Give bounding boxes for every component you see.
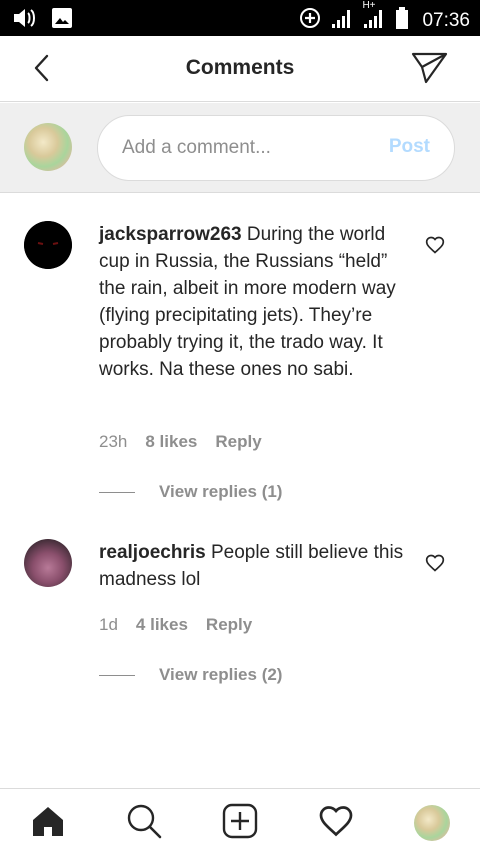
- profile-avatar: [414, 805, 450, 841]
- comment-content: During the world cup in Russia, the Russ…: [99, 224, 396, 380]
- comment-input[interactable]: Add a comment... Post: [97, 115, 455, 181]
- status-bar: H+ 07:36: [0, 0, 480, 36]
- heart-icon: [425, 554, 445, 577]
- comment-meta: 23h 8 likes Reply: [99, 432, 262, 452]
- battery-icon: [394, 6, 410, 35]
- volume-icon: [12, 6, 38, 35]
- nav-activity[interactable]: [316, 803, 356, 843]
- view-replies-label: View replies (1): [159, 482, 283, 501]
- user-avatar: [24, 123, 72, 171]
- comment-time: 23h: [99, 432, 128, 451]
- header: Comments: [0, 36, 480, 102]
- comment-username[interactable]: realjoechris: [99, 542, 206, 563]
- clock: 07:36: [422, 9, 470, 31]
- signal-h-plus-icon: H+: [362, 0, 386, 35]
- comment-time: 1d: [99, 615, 118, 634]
- comment-text: jacksparrow263 During the world cup in R…: [99, 221, 409, 383]
- view-replies-label: View replies (2): [159, 665, 283, 684]
- home-icon: [30, 803, 66, 844]
- nav-home[interactable]: [28, 803, 68, 843]
- like-button[interactable]: [425, 235, 445, 255]
- view-replies-button[interactable]: View replies (1): [99, 482, 282, 502]
- commenter-avatar[interactable]: [24, 221, 72, 269]
- post-button[interactable]: Post: [389, 136, 430, 158]
- view-replies-button[interactable]: View replies (2): [99, 665, 282, 685]
- comment-composer: Add a comment... Post: [0, 103, 480, 193]
- heart-icon: [425, 236, 445, 259]
- comment-meta: 1d 4 likes Reply: [99, 615, 252, 635]
- like-button[interactable]: [425, 553, 445, 573]
- activity-heart-icon: [317, 803, 355, 844]
- page-title: Comments: [185, 56, 295, 79]
- commenter-avatar[interactable]: [24, 539, 72, 587]
- share-button[interactable]: [410, 50, 450, 90]
- comment-text: realjoechris People still believe this m…: [99, 539, 409, 593]
- nav-search[interactable]: [124, 803, 164, 843]
- reply-button[interactable]: Reply: [206, 615, 252, 635]
- comment-likes[interactable]: 8 likes: [145, 432, 197, 452]
- comment-username[interactable]: jacksparrow263: [99, 224, 242, 245]
- data-saver-icon: [298, 6, 322, 35]
- nav-profile[interactable]: [412, 803, 452, 843]
- replies-divider: [99, 674, 135, 676]
- image-icon: [50, 6, 74, 35]
- replies-divider: [99, 491, 135, 493]
- reply-button[interactable]: Reply: [215, 432, 261, 452]
- signal-icon: [330, 6, 354, 35]
- comment-placeholder: Add a comment...: [122, 137, 271, 158]
- comment-likes[interactable]: 4 likes: [136, 615, 188, 635]
- paper-plane-icon: [411, 51, 449, 90]
- add-post-icon: [222, 803, 258, 844]
- search-icon: [125, 802, 163, 845]
- bottom-navigation: [0, 788, 480, 854]
- nav-new-post[interactable]: [220, 803, 260, 843]
